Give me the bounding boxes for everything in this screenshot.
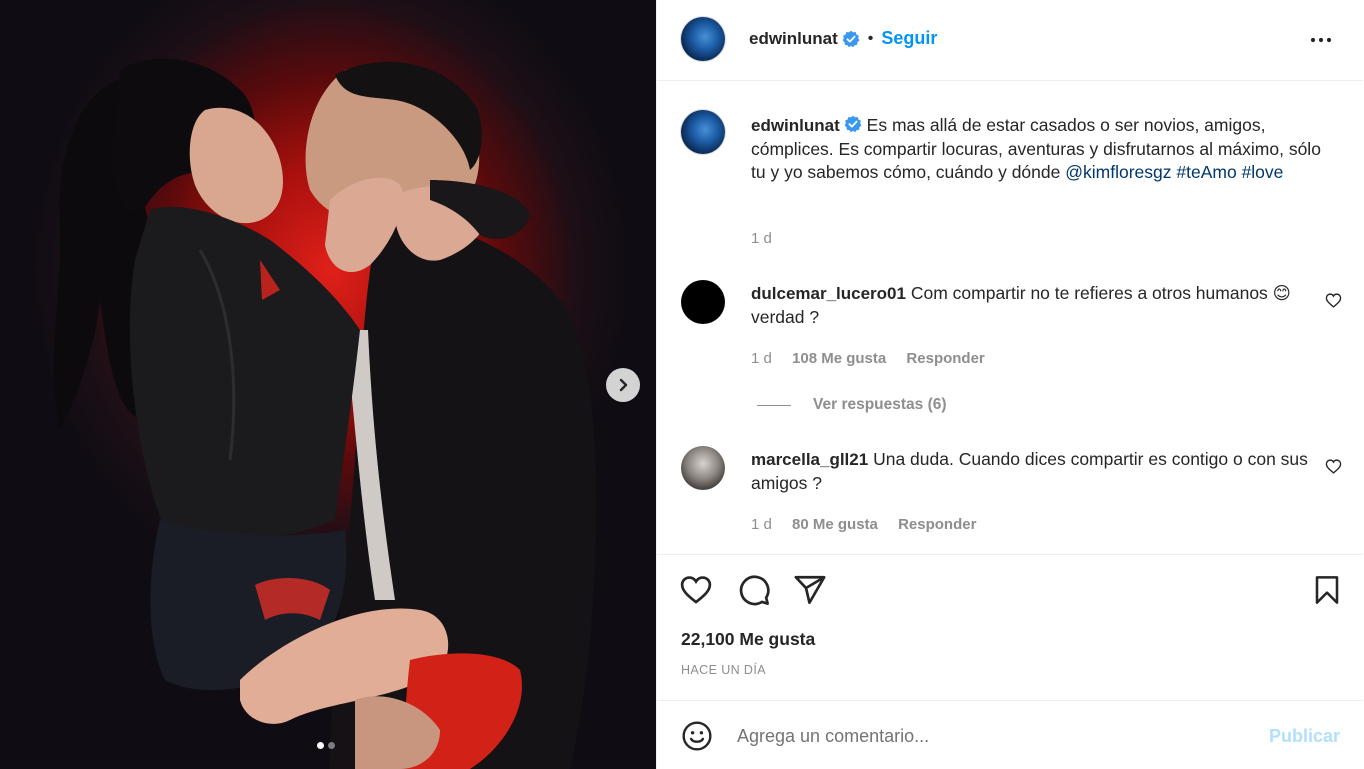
author-username[interactable]: edwinlunat [749,29,838,49]
comment-age: 1 d [751,350,772,367]
caption-hashtag-teamo[interactable]: #teAmo [1176,162,1236,182]
commenter-username[interactable]: marcella_gll21 [751,450,868,469]
post-header: edwinlunat • Seguir [657,0,1363,81]
comments-section[interactable]: edwinlunat Es mas allá de estar casados … [657,82,1363,554]
more-options-icon[interactable] [1309,28,1333,52]
comment-likes-count[interactable]: 80 Me gusta [792,516,878,533]
comment-item: marcella_gll21 Una duda. Cuando dices co… [751,448,1311,495]
carousel-indicator [317,742,335,749]
comment-like-heart-icon[interactable] [1325,292,1342,309]
post-media[interactable] [0,0,656,769]
caption-author-avatar[interactable] [681,110,725,154]
comment-meta: 1 d 108 Me gusta Responder [751,350,1001,367]
next-slide-button[interactable] [606,368,640,402]
comment-bubble-icon[interactable] [737,573,771,607]
reply-button[interactable]: Responder [898,516,976,533]
author-avatar[interactable] [681,17,725,61]
replies-divider-line [757,404,791,406]
emoji-icon[interactable] [681,720,713,752]
share-send-icon[interactable] [793,573,827,607]
view-replies-button[interactable]: Ver respuestas (6) [757,396,947,414]
instagram-post: edwinlunat • Seguir edwinlunat Es mas al… [0,0,1364,769]
follow-button[interactable]: Seguir [881,28,937,49]
comment-likes-count[interactable]: 108 Me gusta [792,350,886,367]
caption-mention-link[interactable]: @kimfloresgz [1065,162,1171,182]
commenter-username[interactable]: dulcemar_lucero01 [751,284,906,303]
add-comment-bar: Publicar [657,700,1363,769]
post-photo [53,58,597,769]
caption-age: 1 d [751,230,772,247]
carousel-dot [328,742,335,749]
action-bar: 22,100 Me gusta HACE UN DÍA [657,554,1363,700]
caption-author-username[interactable]: edwinlunat [751,116,840,135]
comment-age: 1 d [751,516,772,533]
comment-meta: 1 d 80 Me gusta Responder [751,516,992,533]
publish-button[interactable]: Publicar [1269,726,1340,747]
verified-badge-icon [842,30,860,47]
caption-meta: 1 d [751,230,788,247]
comment-item: dulcemar_lucero01 Com compartir no te re… [751,282,1311,329]
caption: edwinlunat Es mas allá de estar casados … [751,114,1331,185]
like-heart-icon[interactable] [679,573,713,607]
separator-dot: • [867,29,874,47]
chevron-right-icon [619,378,628,392]
likes-count[interactable]: 22,100 Me gusta [681,629,815,650]
carousel-dot-active [317,742,324,749]
comment-like-heart-icon[interactable] [1325,458,1342,475]
post-time-ago: HACE UN DÍA [681,663,766,677]
save-bookmark-icon[interactable] [1311,573,1343,607]
author-line: edwinlunat • Seguir [749,28,937,49]
commenter-avatar[interactable] [681,280,725,324]
commenter-avatar[interactable] [681,446,725,490]
post-panel: edwinlunat • Seguir edwinlunat Es mas al… [656,0,1364,769]
verified-badge-icon [844,115,862,133]
reply-button[interactable]: Responder [906,350,984,367]
caption-hashtag-love[interactable]: #love [1242,162,1284,182]
comment-input[interactable] [737,723,1237,749]
view-replies-label: Ver respuestas (6) [813,396,947,413]
